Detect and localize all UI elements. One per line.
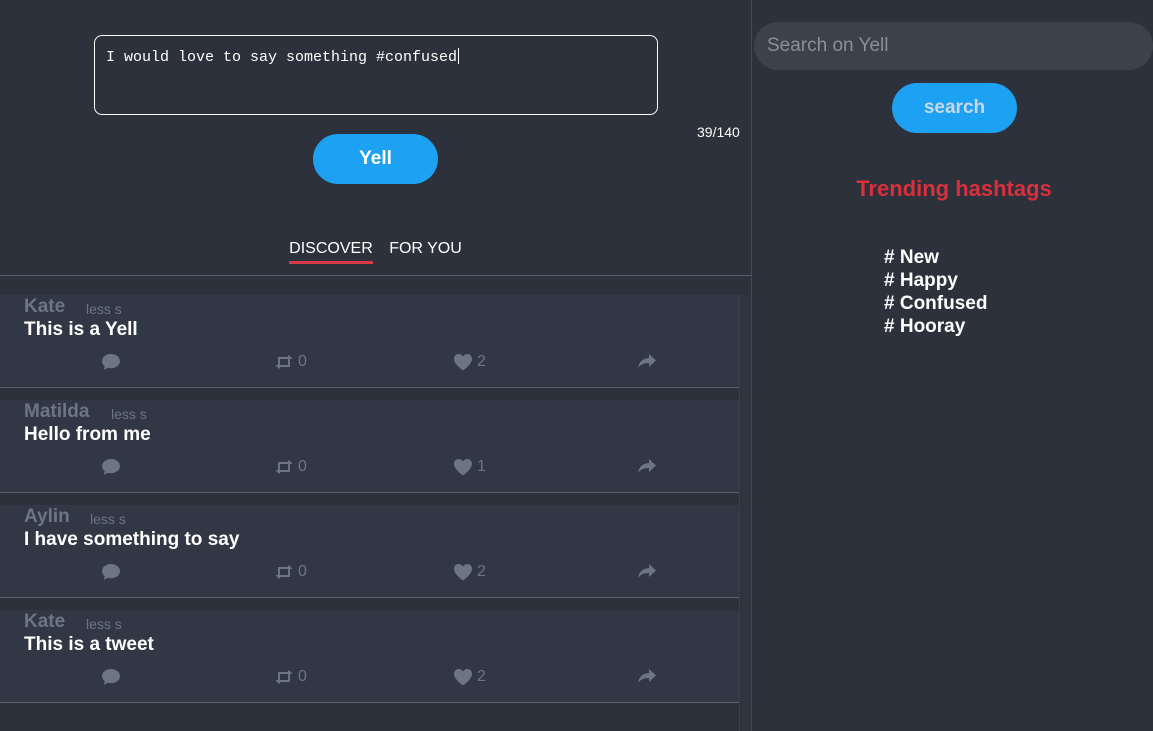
share-button[interactable] bbox=[637, 668, 657, 684]
comment-icon bbox=[101, 458, 121, 476]
retweet-count: 0 bbox=[298, 563, 307, 580]
hashtag-item[interactable]: # Hooray bbox=[884, 315, 987, 338]
retweet-button[interactable]: 0 bbox=[274, 668, 307, 686]
tweet-card[interactable]: Kate less s This is a Yell 0 2 bbox=[0, 295, 739, 388]
search-input[interactable] bbox=[754, 22, 1153, 70]
comment-icon bbox=[101, 668, 121, 686]
scrollbar-thumb[interactable] bbox=[741, 295, 751, 731]
tweet-timestamp: less s bbox=[86, 616, 122, 632]
trending-hashtag-list: # New # Happy # Confused # Hooray bbox=[884, 246, 987, 338]
retweet-button[interactable]: 0 bbox=[274, 353, 307, 371]
tweet-timestamp: less s bbox=[86, 301, 122, 317]
tweet-author[interactable]: Kate bbox=[24, 611, 65, 633]
share-icon bbox=[637, 458, 657, 474]
tab-for-you[interactable]: FOR YOU bbox=[389, 240, 462, 261]
tweet-author[interactable]: Aylin bbox=[24, 506, 70, 528]
tweet-card[interactable]: Kate less s This is a tweet 0 2 bbox=[0, 610, 739, 703]
yell-button[interactable]: Yell bbox=[313, 134, 438, 184]
like-count: 1 bbox=[477, 458, 486, 475]
tweet-card[interactable]: Matilda less s Hello from me 0 1 bbox=[0, 400, 739, 493]
character-counter: 39/140 bbox=[697, 124, 740, 140]
like-count: 2 bbox=[477, 563, 486, 580]
heart-icon bbox=[453, 353, 473, 371]
tweet-text: This is a Yell bbox=[24, 319, 138, 340]
tweet-text: I have something to say bbox=[24, 529, 240, 550]
reply-button[interactable] bbox=[101, 668, 121, 686]
feed-tabs: DISCOVER FOR YOU bbox=[0, 240, 751, 264]
like-button[interactable]: 2 bbox=[453, 668, 486, 686]
tweet-text: This is a tweet bbox=[24, 634, 154, 655]
comment-icon bbox=[101, 353, 121, 371]
retweet-count: 0 bbox=[298, 353, 307, 370]
text-caret bbox=[458, 48, 460, 64]
heart-icon bbox=[453, 563, 473, 581]
retweet-icon bbox=[274, 354, 294, 370]
retweet-count: 0 bbox=[298, 458, 307, 475]
heart-icon bbox=[453, 458, 473, 476]
reply-button[interactable] bbox=[101, 353, 121, 371]
retweet-count: 0 bbox=[298, 668, 307, 685]
like-button[interactable]: 1 bbox=[453, 458, 486, 476]
main-column: I would love to say something #confused … bbox=[0, 0, 751, 731]
comment-icon bbox=[101, 563, 121, 581]
search-button[interactable]: search bbox=[892, 83, 1017, 133]
compose-text: I would love to say something #confused bbox=[106, 49, 458, 66]
share-icon bbox=[637, 668, 657, 684]
share-button[interactable] bbox=[637, 353, 657, 369]
retweet-button[interactable]: 0 bbox=[274, 563, 307, 581]
tweet-timestamp: less s bbox=[111, 406, 147, 422]
retweet-icon bbox=[274, 669, 294, 685]
share-icon bbox=[637, 353, 657, 369]
tweet-timestamp: less s bbox=[90, 511, 126, 527]
retweet-icon bbox=[274, 564, 294, 580]
retweet-button[interactable]: 0 bbox=[274, 458, 307, 476]
hashtag-item[interactable]: # New bbox=[884, 246, 987, 269]
tweet-card[interactable]: Aylin less s I have something to say 0 2 bbox=[0, 505, 739, 598]
hashtag-item[interactable]: # Happy bbox=[884, 269, 987, 292]
trending-title: Trending hashtags bbox=[856, 176, 1052, 201]
like-count: 2 bbox=[477, 353, 486, 370]
tweet-author[interactable]: Matilda bbox=[24, 401, 89, 423]
tabs-divider bbox=[0, 275, 751, 276]
compose-textarea[interactable]: I would love to say something #confused bbox=[94, 35, 658, 115]
like-button[interactable]: 2 bbox=[453, 563, 486, 581]
tab-discover[interactable]: DISCOVER bbox=[289, 240, 373, 264]
tweet-author[interactable]: Kate bbox=[24, 296, 65, 318]
reply-button[interactable] bbox=[101, 458, 121, 476]
like-count: 2 bbox=[477, 668, 486, 685]
reply-button[interactable] bbox=[101, 563, 121, 581]
like-button[interactable]: 2 bbox=[453, 353, 486, 371]
feed-scrollbar[interactable] bbox=[739, 295, 751, 731]
sidebar: search Trending hashtags # New # Happy #… bbox=[752, 0, 1153, 731]
share-button[interactable] bbox=[637, 563, 657, 579]
heart-icon bbox=[453, 668, 473, 686]
share-icon bbox=[637, 563, 657, 579]
hashtag-item[interactable]: # Confused bbox=[884, 292, 987, 315]
tweet-text: Hello from me bbox=[24, 424, 151, 445]
tweet-feed: Kate less s This is a Yell 0 2 Matilda less s H… bbox=[0, 295, 739, 703]
share-button[interactable] bbox=[637, 458, 657, 474]
retweet-icon bbox=[274, 459, 294, 475]
